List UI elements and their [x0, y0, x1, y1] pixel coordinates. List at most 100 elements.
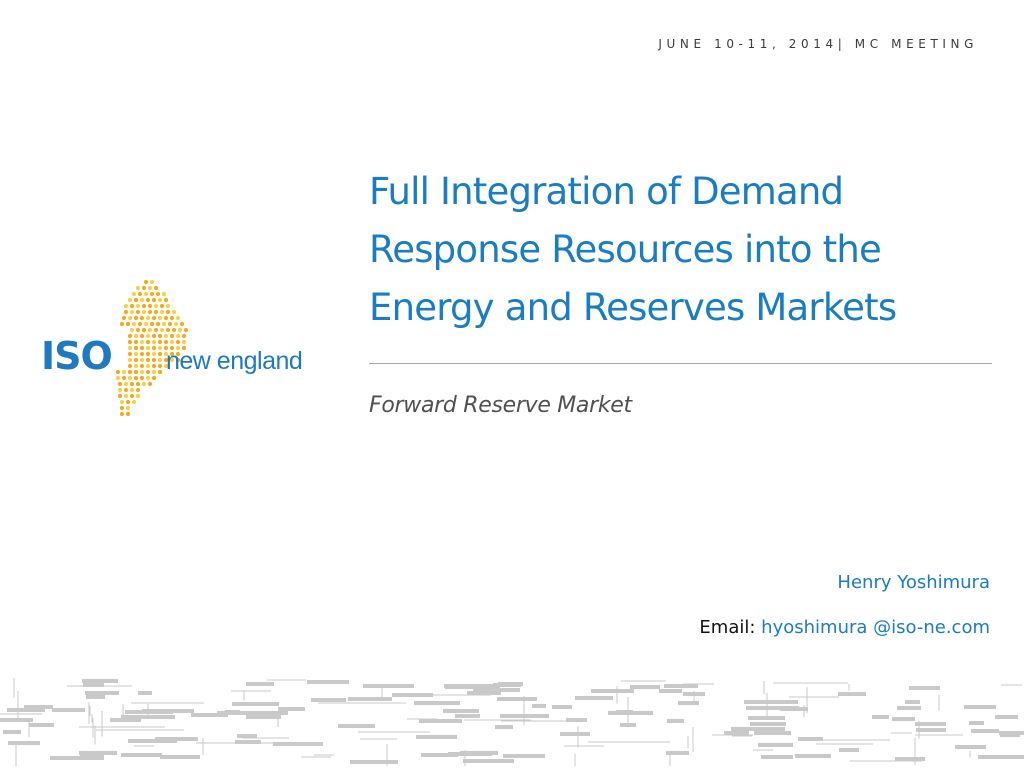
- circuit-chip: [421, 753, 458, 757]
- circuit-chip: [895, 757, 925, 761]
- circuit-chip: [724, 731, 749, 735]
- circuit-chip: [246, 715, 281, 719]
- logo-dot: [129, 393, 135, 399]
- logo-dot: [165, 303, 171, 309]
- circuit-chip: [532, 704, 546, 708]
- circuit-chip: [1000, 733, 1020, 737]
- logo-dot: [145, 297, 151, 303]
- circuit-chip: [839, 748, 859, 752]
- title-line-3: Energy and Reserves Markets: [369, 286, 897, 329]
- logo-dot: [151, 339, 157, 345]
- logo-dot: [145, 333, 151, 339]
- logo-iso-text: ISO: [41, 334, 113, 378]
- circuit-chip: [838, 692, 866, 696]
- logo-dot: [123, 387, 129, 393]
- logo-dot: [143, 321, 149, 327]
- circuit-chip: [616, 710, 633, 714]
- logo-dot: [173, 321, 179, 327]
- logo-dot: [151, 357, 157, 363]
- circuit-chip: [664, 684, 698, 688]
- logo-dot: [117, 393, 123, 399]
- logo-dot: [145, 369, 151, 375]
- logo-dot: [139, 339, 145, 345]
- logo-dot: [165, 309, 171, 315]
- logo-dot: [177, 327, 183, 333]
- logo-dot: [153, 309, 159, 315]
- logo-dot: [127, 297, 133, 303]
- logo-dot: [129, 309, 135, 315]
- logo-dot: [171, 327, 177, 333]
- circuit-chip: [978, 755, 1024, 759]
- logo-dot: [157, 363, 163, 369]
- circuit-chip: [52, 708, 85, 712]
- logo-dot: [157, 315, 163, 321]
- logo-dot: [151, 345, 157, 351]
- logo-dot: [139, 297, 145, 303]
- logo-dot: [121, 369, 127, 375]
- logo-dot: [147, 381, 153, 387]
- logo-dot: [119, 399, 125, 405]
- logo-dot: [119, 405, 125, 411]
- logo-dot: [139, 345, 145, 351]
- logo-dot: [159, 303, 165, 309]
- logo-dot: [135, 393, 141, 399]
- logo-dot: [127, 369, 133, 375]
- circuit-chip: [338, 724, 375, 728]
- circuit-chip: [333, 680, 349, 684]
- email-link[interactable]: hyoshimura @iso-ne.com: [761, 617, 990, 638]
- logo-dot: [145, 351, 151, 357]
- logo-dot: [181, 333, 187, 339]
- logo-dot: [151, 363, 157, 369]
- logo-dot: [127, 339, 133, 345]
- circuit-chip: [467, 691, 501, 695]
- logo-dot: [161, 321, 167, 327]
- circuit-chip: [575, 696, 613, 700]
- logo-dot: [135, 303, 141, 309]
- circuit-chip: [916, 728, 946, 732]
- logo-dot: [151, 333, 157, 339]
- logo-dot: [123, 381, 129, 387]
- logo-dot: [153, 327, 159, 333]
- title-divider: [369, 363, 992, 364]
- circuit-chip: [311, 698, 346, 702]
- circuit-chip: [237, 734, 257, 738]
- logo-dot: [133, 375, 139, 381]
- logo-dot: [171, 309, 177, 315]
- iso-new-england-logo: ISO new england: [38, 276, 338, 426]
- logo-dot: [133, 333, 139, 339]
- circuit-chip: [971, 729, 999, 733]
- circuit-chip: [746, 706, 799, 710]
- circuit-chip: [744, 700, 798, 704]
- circuit-chip: [160, 755, 200, 759]
- logo-dot: [157, 333, 163, 339]
- logo-dot: [143, 291, 149, 297]
- logo-dot: [183, 327, 189, 333]
- circuit-chip: [232, 702, 279, 706]
- logo-dot: [141, 309, 147, 315]
- presenter-name: Henry Yoshimura: [837, 572, 990, 593]
- logo-dot: [127, 315, 133, 321]
- logo-dot: [145, 345, 151, 351]
- logo-dot: [125, 321, 131, 327]
- logo-dot: [135, 327, 141, 333]
- circuit-chip: [444, 684, 498, 688]
- logo-dot: [123, 393, 129, 399]
- circuit-chip: [503, 754, 545, 758]
- logo-dot: [165, 327, 171, 333]
- logo-dot: [159, 309, 165, 315]
- logo-dot: [123, 309, 129, 315]
- logo-dot: [141, 381, 147, 387]
- logo-dot: [139, 333, 145, 339]
- logo-dot: [139, 357, 145, 363]
- logo-dot: [133, 351, 139, 357]
- logo-dot: [157, 297, 163, 303]
- logo-dot: [129, 381, 135, 387]
- circuit-chip: [463, 759, 514, 763]
- circuit-chip: [915, 722, 946, 726]
- circuit-chip: [758, 743, 793, 747]
- logo-dot: [155, 321, 161, 327]
- title-line-2: Response Resources into the: [369, 228, 882, 271]
- logo-dot: [145, 363, 151, 369]
- logo-dot: [145, 375, 151, 381]
- circuit-chip: [955, 745, 986, 749]
